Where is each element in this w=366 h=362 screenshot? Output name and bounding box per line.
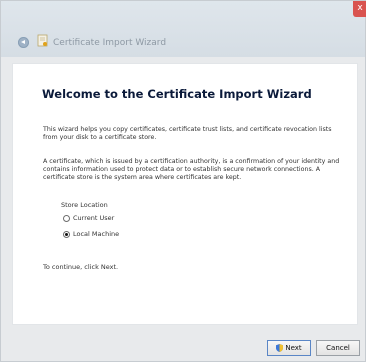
radio-current-user[interactable]: Current User <box>63 213 114 223</box>
radio-label-local-machine: Local Machine <box>73 230 120 238</box>
window-title: Certificate Import Wizard <box>53 38 167 48</box>
cancel-button[interactable]: Cancel <box>316 340 360 356</box>
wizard-content-panel <box>12 63 358 325</box>
close-button[interactable]: x <box>353 1 366 17</box>
radio-button-local-machine[interactable] <box>63 230 70 238</box>
cancel-button-label: Cancel <box>326 344 350 352</box>
wizard-window: x Certificate Import Wizard Welcome to t… <box>0 0 366 362</box>
back-arrow-icon[interactable] <box>18 37 29 48</box>
title-bar: x Certificate Import Wizard <box>1 1 366 57</box>
next-button-label: Next <box>285 344 302 352</box>
continue-instruction: To continue, click Next. <box>43 263 119 271</box>
description-text: A certificate, which is issued by a cert… <box>43 158 340 181</box>
certificate-icon <box>37 34 48 47</box>
radio-local-machine[interactable]: Local Machine <box>63 229 119 239</box>
radio-button-current-user[interactable] <box>63 214 70 222</box>
next-button[interactable]: Next <box>267 340 311 356</box>
page-title: Welcome to the Certificate Import Wizard <box>42 87 312 101</box>
close-icon: x <box>357 3 363 13</box>
intro-text: This wizard helps you copy certificates,… <box>43 126 332 141</box>
radio-label-current-user: Current User <box>73 214 115 222</box>
uac-shield-icon <box>276 344 284 352</box>
store-location-label: Store Location <box>61 201 108 209</box>
